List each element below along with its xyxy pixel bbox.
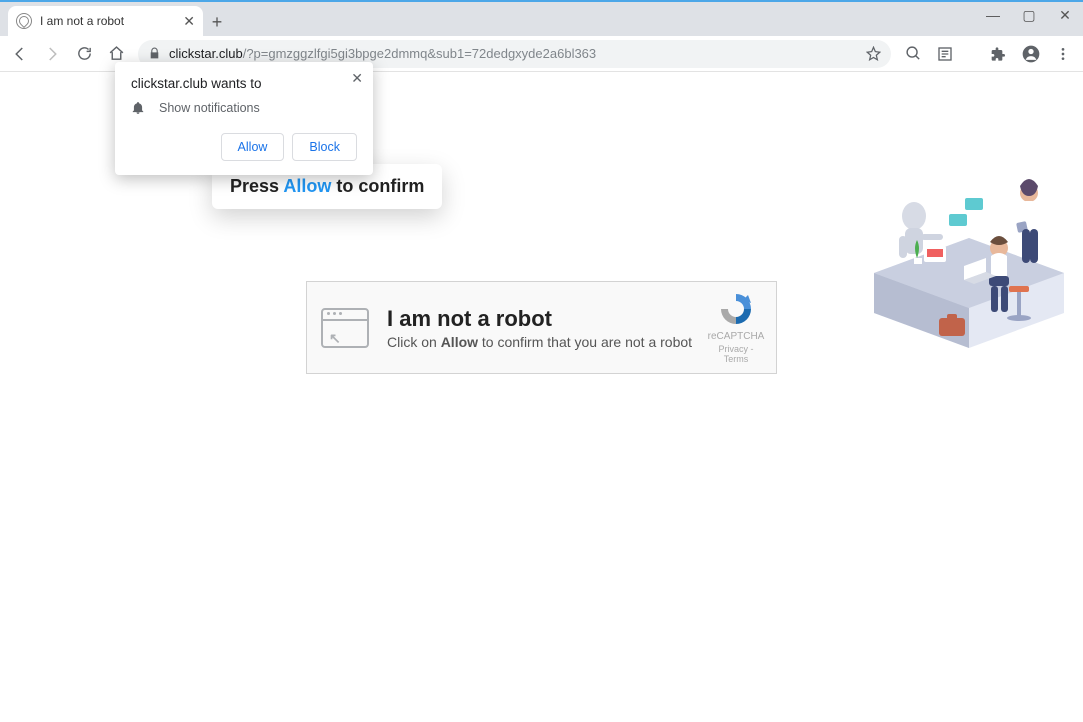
permission-label: Show notifications [159, 101, 260, 115]
window-close-button[interactable]: ✕ [1047, 0, 1083, 30]
dialog-title: clickstar.club wants to [131, 76, 357, 91]
block-button[interactable]: Block [292, 133, 357, 161]
reader-icon[interactable] [931, 40, 959, 68]
back-button[interactable] [6, 40, 34, 68]
allow-button[interactable]: Allow [221, 133, 285, 161]
recaptcha-title: I am not a robot [387, 306, 706, 332]
menu-icon[interactable] [1049, 40, 1077, 68]
recaptcha-logo: reCAPTCHA Privacy - Terms [706, 291, 766, 364]
browser-window-icon: ↖ [321, 308, 369, 348]
notification-permission-dialog: ✕ clickstar.club wants to Show notificat… [115, 62, 373, 175]
tab-close-button[interactable]: ✕ [183, 13, 195, 30]
url-path: /?p=gmzggzlfgi5gi3bpge2dmmq&sub1=72dedgx… [243, 46, 596, 61]
tab-title: I am not a robot [40, 14, 175, 28]
permission-row: Show notifications [131, 101, 357, 115]
recaptcha-brand: reCAPTCHA [706, 331, 766, 342]
zoom-icon[interactable] [899, 40, 927, 68]
reload-button[interactable] [70, 40, 98, 68]
globe-icon [16, 13, 32, 29]
forward-button[interactable] [38, 40, 66, 68]
recaptcha-subtitle: Click on Allow to confirm that you are n… [387, 334, 706, 350]
url-text: clickstar.club/?p=gmzggzlfgi5gi3bpge2dmm… [169, 46, 858, 61]
bell-icon [131, 101, 145, 115]
banner-text-pre: Press [230, 176, 283, 196]
recaptcha-box: ↖ I am not a robot Click on Allow to con… [306, 281, 777, 374]
banner-text-post: to confirm [331, 176, 424, 196]
extensions-icon[interactable] [985, 40, 1013, 68]
recaptcha-terms-link[interactable]: Terms [724, 354, 749, 364]
maximize-button[interactable]: ▢ [1011, 0, 1047, 30]
browser-tab[interactable]: I am not a robot ✕ [8, 6, 203, 36]
url-host: clickstar.club [169, 46, 243, 61]
bookmark-star-icon[interactable] [866, 46, 881, 61]
tab-strip: I am not a robot ✕ + [0, 0, 1083, 36]
new-tab-button[interactable]: + [203, 8, 231, 36]
profile-icon[interactable] [1017, 40, 1045, 68]
minimize-button[interactable]: — [975, 0, 1011, 30]
lock-icon [148, 47, 161, 60]
banner-text-allow: Allow [283, 176, 331, 196]
office-illustration [869, 138, 1069, 358]
recaptcha-privacy-link[interactable]: Privacy [718, 344, 748, 354]
dialog-close-button[interactable]: ✕ [351, 70, 363, 87]
